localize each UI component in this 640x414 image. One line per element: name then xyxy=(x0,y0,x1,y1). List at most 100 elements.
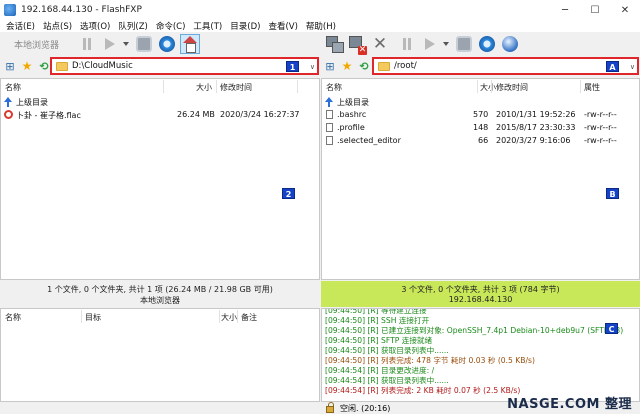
col-note[interactable]: 备注 xyxy=(241,312,257,323)
local-path-box[interactable]: D:\CloudMusic 1 ∨ xyxy=(50,57,319,75)
folder-icon xyxy=(378,61,390,71)
file-modified: 2020/3/27 9:16:06 xyxy=(496,136,571,145)
up-arrow-icon xyxy=(4,97,13,107)
local-file-list[interactable]: 名称 大小 修改时间 上级目录 卜卦 - 崔子格.flac 26.24 MB 2… xyxy=(0,78,320,280)
remote-transfer-button[interactable] xyxy=(420,34,440,54)
menu-session[interactable]: 会话(E) xyxy=(2,20,39,32)
remote-home-button[interactable] xyxy=(500,34,520,54)
file-row[interactable]: 卜卦 - 崔子格.flac 26.24 MB 2020/3/24 16:27:3… xyxy=(1,109,319,122)
remote-status-bar: 3 个文件, 0 个文件夹, 共计 3 项 (784 字节) 192.168.4… xyxy=(321,281,640,307)
file-name: 卜卦 - 崔子格.flac xyxy=(16,111,81,120)
pause-icon xyxy=(401,38,413,50)
file-modified: 2010/1/31 19:52:26 xyxy=(496,110,576,119)
bottom-status-bar: 空闲. (20:16) NASGE.COM 整理 xyxy=(0,397,640,414)
idle-status: 空闲. (20:16) xyxy=(340,404,391,413)
file-icon xyxy=(326,136,333,145)
col-modified[interactable]: 修改时间 xyxy=(220,82,252,93)
remote-status-summary: 3 个文件, 0 个文件夹, 共计 3 项 (784 字节) xyxy=(401,285,560,294)
file-icon xyxy=(326,110,333,119)
folder-tree-icon[interactable]: ⊞ xyxy=(323,59,337,73)
remote-path-box[interactable]: /root/ A ∨ xyxy=(372,57,639,75)
local-home-button[interactable] xyxy=(180,34,201,54)
col-name[interactable]: 名称 xyxy=(5,312,21,323)
remote-refresh-button[interactable] xyxy=(477,34,497,54)
queue-column-header: 名称 目标 大小 备注 xyxy=(1,309,319,324)
up-arrow-icon xyxy=(325,97,334,107)
local-path-input[interactable]: D:\CloudMusic xyxy=(72,61,286,71)
local-options-button[interactable] xyxy=(134,34,154,54)
log-line: [09:44:50] [R] SSH 连接打开 xyxy=(325,316,430,325)
file-attributes: -rw-r--r-- xyxy=(584,110,617,119)
file-name: .bashrc xyxy=(337,110,367,119)
home-icon xyxy=(180,34,201,54)
settings-icon xyxy=(136,36,153,52)
file-row[interactable]: .selected_editor 66 2020/3/27 9:16:06 -r… xyxy=(322,135,639,148)
sync-icon[interactable]: ⟲ xyxy=(357,59,371,73)
col-name[interactable]: 名称 xyxy=(5,82,21,93)
minimize-button[interactable]: ─ xyxy=(550,0,580,20)
transfer-queue[interactable]: 名称 目标 大小 备注 xyxy=(0,308,320,402)
abort-button[interactable]: ✕ xyxy=(370,34,390,54)
chevron-down-icon[interactable] xyxy=(443,42,449,46)
close-button[interactable]: ✕ xyxy=(610,0,640,20)
play-icon xyxy=(105,38,116,50)
menu-queue[interactable]: 队列(Z) xyxy=(114,20,151,32)
window-controls: ─ ☐ ✕ xyxy=(550,0,640,20)
menu-options[interactable]: 选项(O) xyxy=(76,20,114,32)
col-size[interactable]: 大小 xyxy=(221,312,237,323)
col-attributes[interactable]: 属性 xyxy=(584,82,600,93)
local-column-header: 名称 大小 修改时间 xyxy=(1,79,319,94)
parent-dir-row[interactable]: 上级目录 xyxy=(1,96,319,109)
star-icon[interactable]: ★ xyxy=(20,59,34,73)
chevron-down-icon[interactable] xyxy=(123,42,130,46)
pause-button[interactable] xyxy=(77,34,97,54)
parent-dir-row[interactable]: 上级目录 xyxy=(322,96,639,109)
col-name[interactable]: 名称 xyxy=(326,82,342,93)
col-size[interactable]: 大小 xyxy=(480,82,496,93)
local-refresh-button[interactable] xyxy=(157,34,177,54)
menu-tools[interactable]: 工具(T) xyxy=(189,20,226,32)
folder-icon xyxy=(56,61,68,71)
file-modified: 2015/8/17 23:30:33 xyxy=(496,123,576,132)
abort-x-icon: ✕ xyxy=(372,34,388,54)
file-row[interactable]: .profile 148 2015/8/17 23:30:33 -rw-r--r… xyxy=(322,122,639,135)
log-line: [09:44:50] [R] 等待建立连接 xyxy=(325,308,427,315)
disconnect-icon xyxy=(349,36,367,55)
file-size: 570 xyxy=(473,110,489,119)
transfer-button[interactable] xyxy=(100,34,120,54)
star-icon[interactable]: ★ xyxy=(340,59,354,73)
remote-file-list[interactable]: 名称 大小 修改时间 属性 上级目录 .bashrc 570 2010/1/31… xyxy=(321,78,640,280)
menu-sites[interactable]: 站点(S) xyxy=(39,20,76,32)
remote-path-input[interactable]: /root/ xyxy=(394,61,606,71)
settings-icon xyxy=(456,36,472,52)
menu-commands[interactable]: 命令(C) xyxy=(152,20,190,32)
folder-tree-icon[interactable]: ⊞ xyxy=(3,59,17,73)
remote-options-button[interactable] xyxy=(454,34,474,54)
menu-directory[interactable]: 目录(D) xyxy=(226,20,264,32)
sync-icon[interactable]: ⟲ xyxy=(37,59,51,73)
menu-view[interactable]: 查看(V) xyxy=(264,20,301,32)
maximize-button[interactable]: ☐ xyxy=(580,0,610,20)
local-status-bar: 1 个文件, 0 个文件夹, 共计 1 项 (26.24 MB / 21.98 … xyxy=(0,281,320,307)
remote-pause-button[interactable] xyxy=(397,34,417,54)
menu-help[interactable]: 帮助(H) xyxy=(302,20,340,32)
col-target[interactable]: 目标 xyxy=(85,312,101,323)
log-line: [09:44:50] [R] 获取目录列表中...... xyxy=(325,346,449,355)
remote-pane-badge: B xyxy=(606,188,619,199)
pause-icon xyxy=(81,38,93,50)
log-line: [09:44:54] [R] 获取目录列表中...... xyxy=(325,376,449,385)
connect-button[interactable] xyxy=(324,34,344,54)
file-size: 26.24 MB xyxy=(177,110,215,119)
file-name: .profile xyxy=(337,123,365,132)
lock-icon xyxy=(326,402,334,413)
col-size[interactable]: 大小 xyxy=(196,82,212,93)
disconnect-button[interactable] xyxy=(347,34,367,55)
file-row[interactable]: .bashrc 570 2010/1/31 19:52:26 -rw-r--r-… xyxy=(322,109,639,122)
col-modified[interactable]: 修改时间 xyxy=(496,82,528,93)
chevron-down-icon[interactable]: ∨ xyxy=(630,63,635,71)
file-attributes: -rw-r--r-- xyxy=(584,123,617,132)
remote-toolbar: ✕ xyxy=(320,32,640,56)
remote-path-row: ⊞ ★ ⟲ /root/ A ∨ xyxy=(320,56,640,76)
chevron-down-icon[interactable]: ∨ xyxy=(310,63,315,71)
session-log[interactable]: [09:44:50] [R] 等待建立连接 [09:44:50] [R] SSH… xyxy=(321,308,640,402)
